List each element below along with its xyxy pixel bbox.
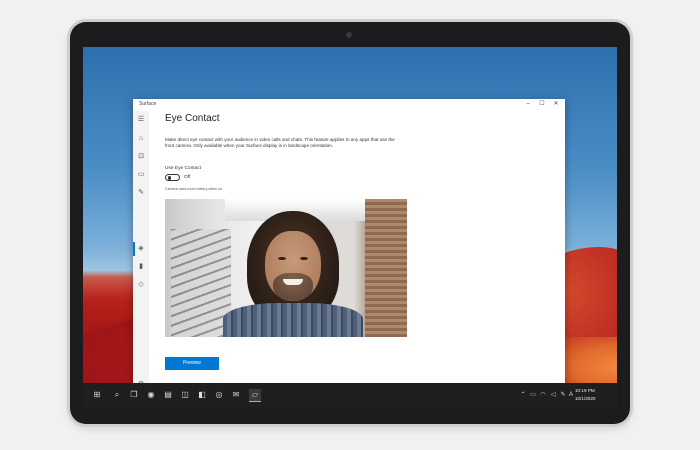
close-button[interactable]: ✕ — [551, 100, 561, 109]
teams-icon[interactable]: ◎ — [213, 389, 225, 401]
eye-contact-toggle[interactable] — [165, 174, 180, 181]
person-shirt — [223, 303, 363, 337]
preview-button[interactable]: Preview — [165, 357, 219, 370]
eye-contact-toggle-label: Use Eye Contact — [165, 166, 201, 171]
clock-date[interactable]: 10/1/2020 — [575, 396, 595, 401]
person-beard — [273, 273, 313, 301]
signal-icon[interactable]: ▮ — [137, 263, 145, 271]
surface-app-icon[interactable]: ▱ — [249, 389, 261, 402]
store-icon[interactable]: ◫ — [179, 389, 191, 401]
camera-preview-image — [165, 199, 407, 337]
battery-status-icon[interactable]: ▭ — [529, 391, 537, 399]
task-view-icon[interactable]: ❐ — [128, 389, 140, 401]
office-icon[interactable]: ◧ — [196, 389, 208, 401]
app-title: Surface — [139, 101, 157, 107]
page-description: Make direct eye contact with your audien… — [165, 137, 395, 149]
preview-staircase — [171, 229, 231, 337]
battery-icon[interactable]: ▭ — [137, 171, 145, 179]
page-title: Eye Contact — [165, 113, 220, 124]
maximize-button[interactable]: ☐ — [537, 100, 547, 109]
outlook-icon[interactable]: ✉ — [230, 389, 242, 401]
edge-icon[interactable]: ◉ — [145, 389, 157, 401]
title-bar: Surface – ☐ ✕ — [133, 99, 565, 111]
active-nav-indicator — [133, 242, 135, 256]
person-right-eye — [300, 257, 308, 260]
camera-icon[interactable]: ◈ — [137, 245, 145, 253]
wifi-icon[interactable]: ◠ — [539, 391, 547, 399]
person-smile — [283, 279, 303, 285]
search-icon[interactable]: ⌕ — [111, 389, 123, 401]
language-icon[interactable]: A — [567, 391, 575, 399]
file-explorer-icon[interactable]: ▤ — [162, 389, 174, 401]
pen-icon[interactable]: ✎ — [137, 189, 145, 197]
start-icon[interactable]: ⊞ — [91, 389, 103, 401]
volume-icon[interactable]: ◁ — [549, 391, 557, 399]
toggle-state-label: Off — [184, 175, 191, 180]
front-camera — [346, 32, 352, 38]
toggle-knob — [167, 176, 172, 180]
hamburger-menu-icon[interactable]: ☰ — [137, 116, 145, 124]
taskbar: ⊞ ⌕ ❐ ◉ ▤ ◫ ◧ ◎ ✉ ▱ ⌃ ▭ ◠ ◁ ✎ A 10:19 PM… — [83, 383, 617, 407]
surface-device: Surface – ☐ ✕ ☰ ⌂ ⊡ ▭ ✎ ◈ ▮ ◇ ⚙ Eye Cont… — [70, 22, 630, 424]
surface-app-window: Surface – ☐ ✕ ☰ ⌂ ⊡ ▭ ✎ ◈ ▮ ◇ ⚙ Eye Cont… — [133, 99, 565, 395]
shield-icon[interactable]: ◇ — [137, 281, 145, 289]
desktop-screen: Surface – ☐ ✕ ☰ ⌂ ⊡ ▭ ✎ ◈ ▮ ◇ ⚙ Eye Cont… — [83, 47, 617, 407]
person-left-eye — [278, 257, 286, 260]
chevron-up-icon[interactable]: ⌃ — [519, 391, 527, 399]
preview-wood-wall — [365, 199, 407, 337]
home-icon[interactable]: ⌂ — [137, 135, 145, 143]
battery-note: Camera uses more battery when on — [165, 187, 223, 191]
minimize-button[interactable]: – — [523, 100, 533, 109]
nav-rail: ☰ ⌂ ⊡ ▭ ✎ ◈ ▮ ◇ ⚙ — [133, 111, 149, 395]
pen-tray-icon[interactable]: ✎ — [559, 391, 567, 399]
devices-icon[interactable]: ⊡ — [137, 153, 145, 161]
clock-time[interactable]: 10:19 PM — [575, 388, 595, 393]
